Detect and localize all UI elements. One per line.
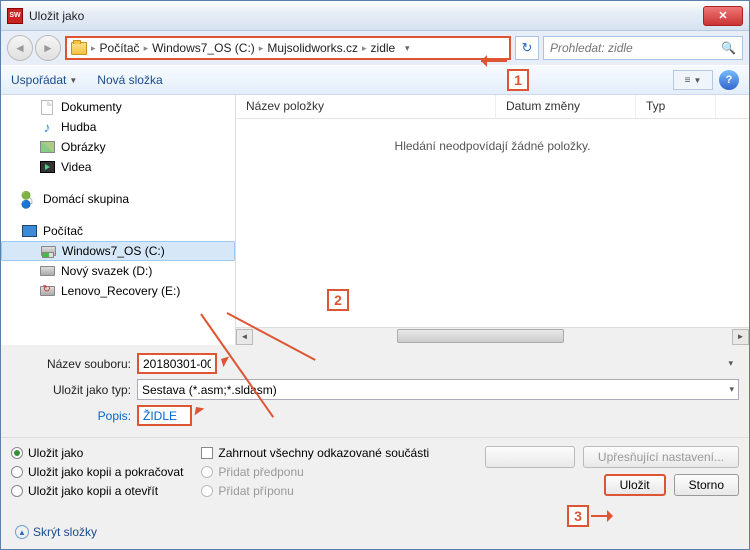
homegroup-icon: 🟢🔵 <box>21 191 37 207</box>
checkbox-icon <box>201 447 213 459</box>
arrow-head-icon <box>475 55 487 67</box>
radio-icon <box>201 466 213 478</box>
radio-icon <box>11 466 23 478</box>
save-as-dialog: SW Uložit jako ✕ ◄ ► ▸ Počítač ▸ Windows… <box>0 0 750 550</box>
checkbox-include-refs[interactable]: Zahrnout všechny odkazované součásti <box>201 446 429 460</box>
filename-label: Název souboru: <box>11 357 131 371</box>
cancel-button[interactable]: Storno <box>674 474 739 496</box>
column-headers: Název položky Datum změny Typ <box>236 95 749 119</box>
organize-menu[interactable]: Uspořádat▼ <box>11 73 77 87</box>
computer-icon <box>22 225 37 237</box>
arrow-head-icon <box>607 510 619 522</box>
window-title: Uložit jako <box>29 9 703 23</box>
document-icon <box>41 100 53 115</box>
titlebar: SW Uložit jako ✕ <box>1 1 749 31</box>
refresh-button[interactable]: ↻ <box>515 36 539 60</box>
toolbar: Uspořádat▼ Nová složka ≡ ▼ ? <box>1 65 749 95</box>
file-pane: Název položky Datum změny Typ Hledání ne… <box>236 95 749 345</box>
address-dropdown[interactable]: ▾ <box>399 43 415 54</box>
breadcrumb-item[interactable]: Mujsolidworks.cz <box>267 41 358 55</box>
radio-save-as[interactable]: Uložit jako <box>11 446 183 460</box>
sidebar-item-drive-e[interactable]: Lenovo_Recovery (E:) <box>1 281 235 301</box>
sidebar-item-homegroup[interactable]: 🟢🔵Domácí skupina <box>1 189 235 209</box>
chevron-right-icon: ▸ <box>259 43 264 54</box>
drive-icon <box>40 266 55 276</box>
radio-icon <box>201 485 213 497</box>
search-input[interactable] <box>550 41 721 55</box>
column-type[interactable]: Typ <box>636 95 716 118</box>
hide-folders-toggle[interactable]: ▲ Skrýt složky <box>5 517 107 545</box>
view-options-button[interactable]: ≡ ▼ <box>673 70 713 90</box>
chevron-right-icon: ▸ <box>362 43 367 54</box>
sidebar-item-drive-c[interactable]: Windows7_OS (C:) <box>1 241 235 261</box>
app-icon: SW <box>7 8 23 24</box>
radio-icon <box>11 485 23 497</box>
disclose-icon: ▲ <box>15 525 29 539</box>
breadcrumb-item[interactable]: Počítač <box>100 41 140 55</box>
drive-icon <box>41 246 56 256</box>
column-name[interactable]: Název položky <box>236 95 496 118</box>
breadcrumb-item[interactable]: Windows7_OS (C:) <box>152 41 255 55</box>
new-folder-button[interactable]: Nová složka <box>97 73 162 87</box>
close-button[interactable]: ✕ <box>703 6 743 26</box>
filetype-combo[interactable]: Sestava (*.asm;*.sldasm)▾ <box>137 379 739 400</box>
drive-icon <box>40 286 55 296</box>
horizontal-scrollbar[interactable]: ◄ ► <box>236 327 749 345</box>
description-label: Popis: <box>11 409 131 423</box>
sidebar-item-music[interactable]: Hudba <box>1 117 235 137</box>
search-icon[interactable]: 🔍 <box>721 41 736 55</box>
filename-input[interactable] <box>137 353 217 374</box>
back-button[interactable]: ◄ <box>7 35 33 61</box>
scroll-thumb[interactable] <box>397 329 565 343</box>
folder-icon <box>71 42 87 55</box>
empty-message: Hledání neodpovídají žádné položky. <box>395 139 591 153</box>
advanced-button: Upřesňující nastavení... <box>583 446 739 468</box>
body-area: Dokumenty Hudba Obrázky Videa 🟢🔵Domácí s… <box>1 95 749 345</box>
chevron-right-icon: ▸ <box>91 43 96 54</box>
breadcrumb-item[interactable]: zidle <box>371 41 396 55</box>
filename-dropdown[interactable]: ▾ <box>728 358 733 369</box>
music-icon <box>39 119 55 135</box>
address-bar[interactable]: ▸ Počítač ▸ Windows7_OS (C:) ▸ Mujsolidw… <box>65 36 511 60</box>
radio-add-prefix: Přidat předponu <box>201 465 429 479</box>
radio-save-copy-continue[interactable]: Uložit jako kopii a pokračovat <box>11 465 183 479</box>
sidebar-item-computer[interactable]: Počítač <box>1 221 235 241</box>
description-input[interactable] <box>137 405 192 426</box>
help-button[interactable]: ? <box>719 70 739 90</box>
scroll-left-arrow[interactable]: ◄ <box>236 329 253 345</box>
options-area: Uložit jako Uložit jako kopii a pokračov… <box>1 437 749 506</box>
sidebar-item-drive-d[interactable]: Nový svazek (D:) <box>1 261 235 281</box>
video-icon <box>40 161 55 173</box>
prefix-suffix-input <box>485 446 575 468</box>
radio-icon <box>11 447 23 459</box>
chevron-right-icon: ▸ <box>144 43 149 54</box>
save-button[interactable]: Uložit <box>604 474 666 496</box>
column-date[interactable]: Datum změny <box>496 95 636 118</box>
radio-save-copy-open[interactable]: Uložit jako kopii a otevřít <box>11 484 183 498</box>
callout-3: 3 <box>567 505 589 527</box>
search-box[interactable]: 🔍 <box>543 36 743 60</box>
filetype-label: Uložit jako typ: <box>11 383 131 397</box>
callout-1: 1 <box>507 69 529 91</box>
navigation-bar: ◄ ► ▸ Počítač ▸ Windows7_OS (C:) ▸ Mujso… <box>1 31 749 65</box>
navigation-tree[interactable]: Dokumenty Hudba Obrázky Videa 🟢🔵Domácí s… <box>1 95 236 345</box>
radio-add-suffix: Přidat příponu <box>201 484 429 498</box>
pictures-icon <box>40 141 55 153</box>
forward-button[interactable]: ► <box>35 35 61 61</box>
sidebar-item-pictures[interactable]: Obrázky <box>1 137 235 157</box>
sidebar-item-documents[interactable]: Dokumenty <box>1 97 235 117</box>
form-area: Název souboru: ▾ Uložit jako typ: Sestav… <box>1 345 749 437</box>
callout-2: 2 <box>327 289 349 311</box>
sidebar-item-videos[interactable]: Videa <box>1 157 235 177</box>
scroll-right-arrow[interactable]: ► <box>732 329 749 345</box>
file-list[interactable]: Hledání neodpovídají žádné položky. <box>236 119 749 327</box>
